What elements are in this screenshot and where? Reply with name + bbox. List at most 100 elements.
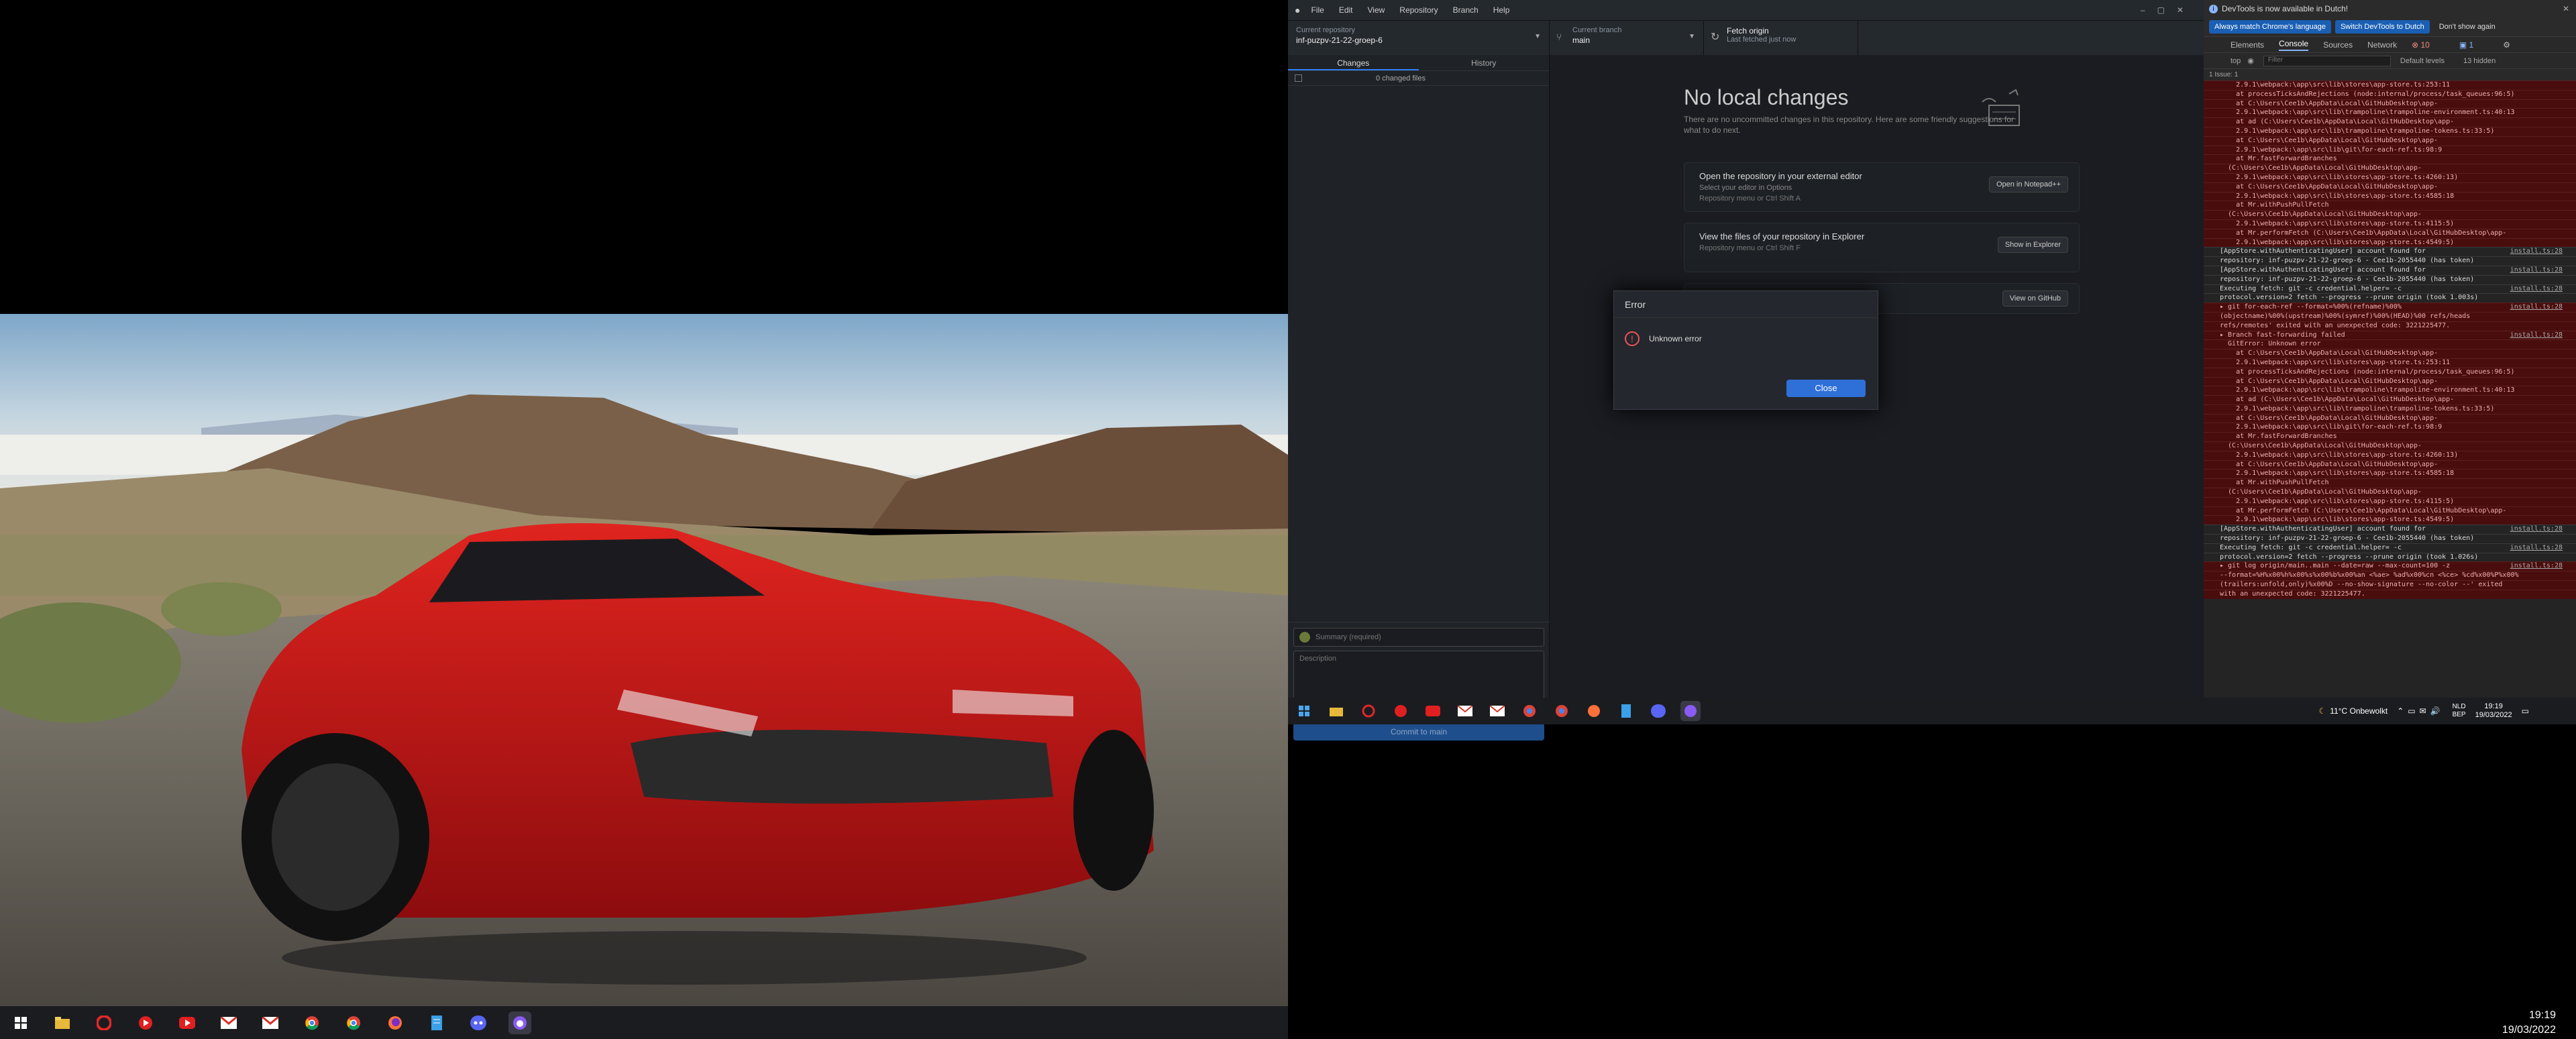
notepad-icon[interactable] [425, 1011, 448, 1034]
console-source-link[interactable]: install.ts:28 [2510, 525, 2563, 534]
eye-icon[interactable]: ◉ [2247, 56, 2254, 65]
console-source-link[interactable]: install.ts:28 [2510, 266, 2563, 275]
language-indicator[interactable]: NLD BEP [2453, 703, 2466, 719]
select-all-checkbox[interactable] [1295, 74, 1302, 82]
switch-to-dutch-button[interactable]: Switch DevTools to Dutch [2334, 20, 2430, 34]
gmail-icon[interactable] [1487, 701, 1507, 721]
close-icon[interactable]: ✕ [2563, 4, 2569, 13]
console-line-text: at Mr.fastForwardBranches [2220, 155, 2337, 163]
empty-state-illustration-icon [1982, 89, 2020, 126]
youtube-music-icon[interactable] [1391, 701, 1411, 721]
console-line-text: 2.9.1\webpack:\app\src\lib\stores\app-st… [2220, 358, 2451, 366]
youtube-icon[interactable] [1423, 701, 1443, 721]
open-in-editor-button[interactable]: Open in Notepad++ [1988, 176, 2068, 193]
github-desktop-icon[interactable] [508, 1011, 531, 1034]
tab-console[interactable]: Console [2279, 39, 2309, 51]
tab-elements[interactable]: Elements [2231, 40, 2264, 50]
menu-edit[interactable]: Edit [1339, 5, 1353, 15]
console-line-text: at Mr.fastForwardBranches [2220, 433, 2337, 441]
weather-icon[interactable]: ☾ [2318, 706, 2326, 716]
tab-sources[interactable]: Sources [2323, 40, 2353, 50]
weather-text[interactable]: 11°C Onbewolkt [2330, 706, 2387, 716]
summary-placeholder: Summary (required) [1316, 633, 1381, 641]
windows-icon[interactable] [9, 1011, 32, 1034]
opera-icon[interactable] [93, 1011, 115, 1034]
gear-icon[interactable]: ⚙ [2503, 40, 2510, 50]
firefox-icon[interactable] [1584, 701, 1604, 721]
console-line: 2.9.1\webpack:\app\src\lib\stores\app-st… [2204, 358, 2576, 368]
console-source-link[interactable]: install.ts:28 [2510, 285, 2563, 294]
file-explorer-icon[interactable] [51, 1011, 74, 1034]
menu-view[interactable]: View [1368, 5, 1385, 15]
left-clock[interactable]: 19:19 19/03/2022 [2502, 1008, 2556, 1038]
dont-show-again-button[interactable]: Don't show again [2434, 20, 2501, 34]
always-match-language-button[interactable]: Always match Chrome's language [2209, 20, 2331, 34]
tab-changes[interactable]: Changes [1288, 55, 1419, 70]
context-select[interactable]: top [2231, 57, 2241, 65]
error-count-badge[interactable]: ⊗ 10 [2412, 40, 2445, 50]
console-source-link[interactable]: install.ts:28 [2510, 303, 2563, 312]
issues-bar[interactable]: 1 Issue: 1 [2204, 68, 2576, 80]
summary-input[interactable]: Summary (required) [1293, 628, 1544, 647]
tab-history[interactable]: History [1419, 55, 1550, 70]
console-line: at Mr.fastForwardBranches [2204, 432, 2576, 442]
console-line-text: 2.9.1\webpack:\app\src\lib\git\for-each-… [2220, 423, 2443, 431]
show-in-explorer-button[interactable]: Show in Explorer [1997, 237, 2068, 253]
notifications-icon[interactable]: ▭ [2522, 706, 2529, 716]
chrome-icon[interactable] [1552, 701, 1572, 721]
console-toolbar: top ◉ Filter Default levels 13 hidden [2204, 52, 2576, 68]
fetch-origin-button[interactable]: ↻ Fetch origin Last fetched just now [1704, 21, 1858, 56]
tray-clock[interactable]: 19:19 19/03/2022 [2475, 702, 2512, 720]
firefox-icon[interactable] [384, 1011, 407, 1034]
devtools-tabs: Elements Console Sources Network ⊗ 10 ▣ … [2204, 36, 2576, 52]
chrome-icon[interactable] [342, 1011, 365, 1034]
tab-network[interactable]: Network [2367, 40, 2397, 50]
notepad-icon[interactable] [1616, 701, 1636, 721]
no-local-changes-subtitle: There are no uncommitted changes in this… [1684, 115, 2015, 135]
opera-icon[interactable] [1358, 701, 1379, 721]
current-repository-button[interactable]: Current repository inf-puzpv-21-22-groep… [1288, 21, 1550, 56]
current-branch-button[interactable]: ⑂ Current branch main ▼ [1550, 21, 1704, 56]
menu-branch[interactable]: Branch [1453, 5, 1479, 15]
filter-input[interactable]: Filter [2263, 55, 2391, 66]
console-line-text: with an unexpected code: 3221225477. [2220, 590, 2365, 598]
menu-repository[interactable]: Repository [1399, 5, 1438, 15]
console-line-text: at Mr.withPushPullFetch [2220, 201, 2329, 209]
info-count-badge[interactable]: ▣ 1 [2459, 40, 2488, 50]
suggestion-open-editor: Open the repository in your external edi… [1684, 162, 2080, 212]
console-source-link[interactable]: install.ts:28 [2510, 544, 2563, 553]
menu-file[interactable]: File [1311, 5, 1324, 15]
chrome-icon[interactable] [1519, 701, 1540, 721]
console-line: 2.9.1\webpack:\app\src\lib\stores\app-st… [2204, 172, 2576, 182]
console-source-link[interactable]: install.ts:28 [2510, 331, 2563, 340]
console-line: at processTicksAndRejections (node:inter… [2204, 89, 2576, 99]
youtube-music-icon[interactable] [134, 1011, 157, 1034]
error-dialog-title: Error [1614, 291, 1878, 318]
gmail-icon[interactable] [259, 1011, 282, 1034]
commit-button[interactable]: Commit to main [1293, 723, 1544, 741]
commit-panel: Summary (required) Description ♙+ Commit… [1288, 622, 1550, 753]
window-controls[interactable]: –▢✕ [2141, 5, 2196, 15]
console-source-link[interactable]: install.ts:28 [2510, 248, 2563, 256]
console-line: at Mr.withPushPullFetch [2204, 201, 2576, 211]
github-desktop-icon[interactable] [1680, 701, 1701, 721]
console-line-text: 2.9.1\webpack:\app\src\lib\stores\app-st… [2220, 451, 2459, 459]
close-button[interactable]: Close [1786, 380, 1866, 397]
chrome-icon[interactable] [301, 1011, 323, 1034]
view-on-github-button[interactable]: View on GitHub [2002, 290, 2068, 307]
console-output: 2.9.1\webpack:\app\src\lib\stores\app-st… [2204, 80, 2576, 671]
menu-help[interactable]: Help [1493, 5, 1510, 15]
log-levels-select[interactable]: Default levels [2400, 57, 2445, 65]
console-line: at processTicksAndRejections (node:inter… [2204, 367, 2576, 377]
tray-icons[interactable]: ⌃▭✉🔊 [2397, 706, 2444, 716]
console-line-text: (C:\Users\Cee1b\AppData\Local\GitHubDesk… [2220, 488, 2422, 496]
gmail-icon[interactable] [217, 1011, 240, 1034]
gmail-icon[interactable] [1455, 701, 1475, 721]
windows-icon[interactable] [1294, 701, 1314, 721]
menu-bar: ● File Edit View Repository Branch Help … [1288, 0, 2204, 20]
console-source-link[interactable]: install.ts:28 [2510, 562, 2563, 571]
discord-icon[interactable] [1648, 701, 1668, 721]
youtube-icon[interactable] [176, 1011, 199, 1034]
file-explorer-icon[interactable] [1326, 701, 1346, 721]
discord-icon[interactable] [467, 1011, 490, 1034]
